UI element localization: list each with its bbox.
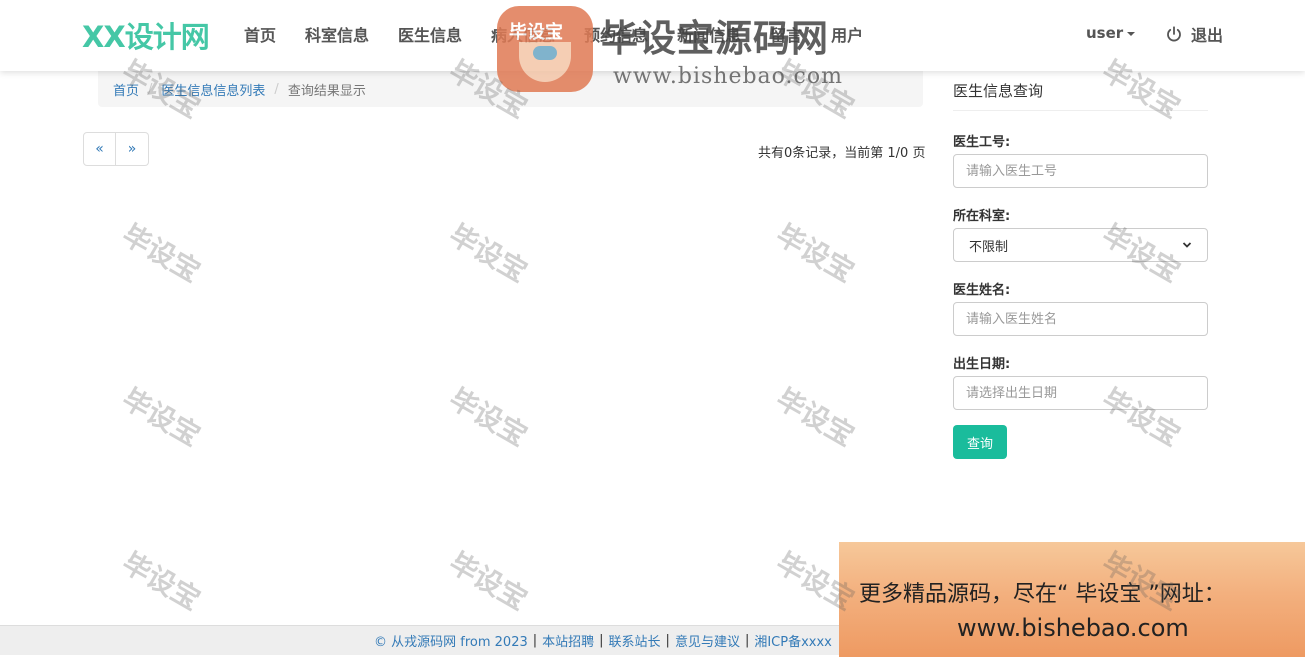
promo-text: 更多精品源码，尽在“ 毕设宝 ”网址： — [859, 582, 1226, 607]
footer-link-contact[interactable]: 联系站长 — [609, 631, 661, 650]
watermark-tile: 毕设宝 — [116, 546, 206, 617]
chevron-down-icon — [1182, 242, 1192, 248]
doctor-no-label: 医生工号: — [953, 135, 1011, 150]
brand-logo[interactable]: XX设计网 — [82, 14, 210, 56]
logout-button[interactable]: 退出 — [1165, 22, 1223, 46]
query-panel-title: 医生信息查询 — [953, 80, 1208, 111]
nav-item-news[interactable]: 新闻信息 — [677, 22, 741, 46]
breadcrumb-separator: / — [274, 81, 279, 97]
breadcrumb: 首页 / 医生信息信息列表 / 查询结果显示 — [98, 71, 923, 107]
breadcrumb-home[interactable]: 首页 — [113, 80, 139, 99]
main-nav: 首页 科室信息 医生信息 病人信息 预约信息 新闻信息 留言 用户 — [244, 22, 892, 46]
birthday-input[interactable] — [953, 376, 1208, 410]
nav-item-patients[interactable]: 病人信息 — [491, 22, 555, 46]
doctor-name-input[interactable] — [953, 302, 1208, 336]
department-label: 所在科室: — [953, 209, 1011, 224]
nav-item-departments[interactable]: 科室信息 — [305, 22, 369, 46]
user-name: user — [1086, 24, 1124, 42]
birthday-label: 出生日期: — [953, 357, 1011, 372]
pagination: « » — [83, 132, 149, 166]
logout-label: 退出 — [1191, 26, 1224, 45]
breadcrumb-current: 查询结果显示 — [287, 83, 366, 99]
query-button[interactable]: 查询 — [953, 425, 1007, 459]
name-label: 医生姓名: — [953, 283, 1011, 298]
user-dropdown[interactable]: user — [1086, 24, 1136, 42]
breadcrumb-separator: / — [148, 81, 153, 97]
watermark-tile: 毕设宝 — [770, 218, 860, 289]
nav-item-messages[interactable]: 留言 — [770, 22, 802, 46]
nav-item-doctors[interactable]: 医生信息 — [398, 22, 462, 46]
footer-link-icp[interactable]: 湘ICP备xxxx — [754, 631, 832, 650]
footer-link-feedback[interactable]: 意见与建议 — [675, 631, 740, 650]
nav-item-users[interactable]: 用户 — [831, 22, 863, 46]
next-page-button[interactable]: » — [116, 132, 149, 166]
footer-copyright: © 从戎源码网 from 2023 — [374, 635, 528, 650]
department-select-value: 不限制 — [969, 239, 1009, 255]
caret-down-icon — [1127, 31, 1136, 36]
watermark-tile: 毕设宝 — [116, 218, 206, 289]
nav-item-home[interactable]: 首页 — [244, 22, 276, 46]
promo-url: www.bishebao.com — [957, 614, 1189, 642]
breadcrumb-doctor-list[interactable]: 医生信息信息列表 — [161, 80, 265, 99]
watermark-tile: 毕设宝 — [443, 382, 533, 453]
watermark-tile: 毕设宝 — [443, 218, 533, 289]
page-info: 共有0条记录，当前第 1/0 页 — [758, 146, 926, 161]
power-icon — [1167, 26, 1181, 42]
doctor-no-input[interactable] — [953, 154, 1208, 188]
department-select[interactable]: 不限制 — [953, 228, 1208, 262]
watermark-tile: 毕设宝 — [116, 382, 206, 453]
promo-banner: 更多精品源码，尽在“ 毕设宝 ”网址： www.bishebao.com — [839, 542, 1305, 657]
prev-page-button[interactable]: « — [83, 132, 116, 166]
top-navbar: XX设计网 首页 科室信息 医生信息 病人信息 预约信息 新闻信息 留言 用户 … — [0, 0, 1305, 71]
watermark-tile: 毕设宝 — [770, 382, 860, 453]
footer-link-jobs[interactable]: 本站招聘 — [542, 631, 594, 650]
nav-item-appointments[interactable]: 预约信息 — [584, 22, 648, 46]
watermark-tile: 毕设宝 — [443, 546, 533, 617]
